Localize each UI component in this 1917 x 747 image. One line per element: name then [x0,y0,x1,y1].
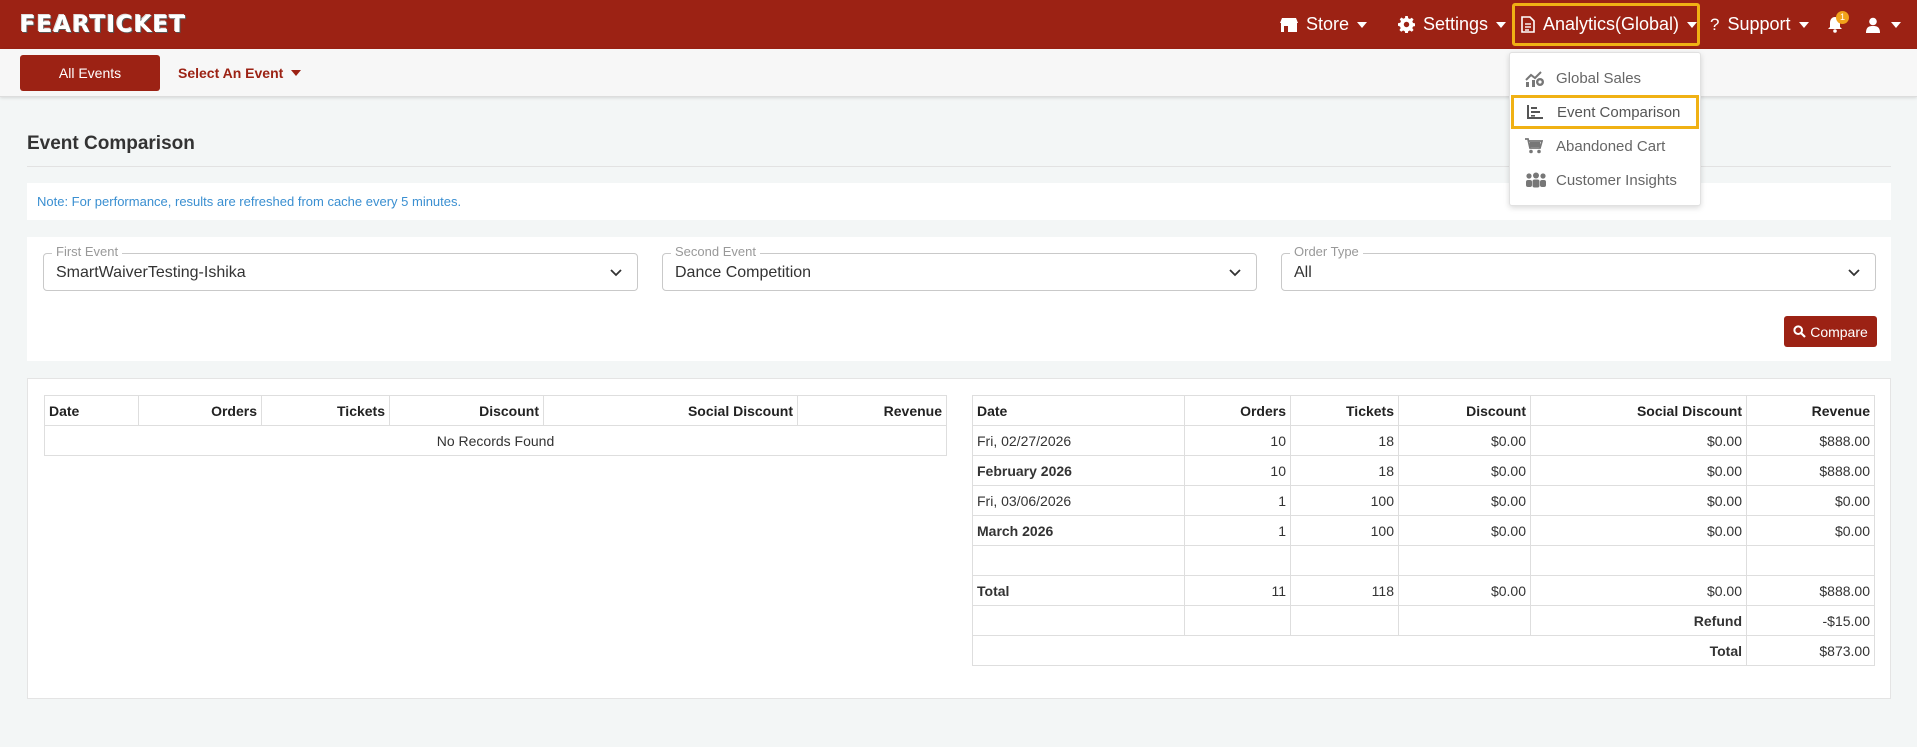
filter-panel: First Event SmartWaiverTesting-Ishika Se… [27,237,1891,361]
gear-icon [1398,16,1415,33]
menu-item-customer-insights[interactable]: Customer Insights [1510,165,1700,195]
table-row-month-subtotal: March 2026 1 100 $0.00 $0.00 $0.00 [972,515,1875,546]
chevron-down-icon [1229,269,1241,277]
all-events-button[interactable]: All Events [20,55,160,91]
chevron-down-icon [1798,21,1809,28]
page-title: Event Comparison [27,133,195,154]
chevron-down-icon [610,269,622,277]
col-orders[interactable]: Orders [1184,395,1291,426]
chevron-down-icon [1357,21,1368,28]
question-icon: ? [1710,14,1720,34]
users-icon [1526,172,1546,188]
table-row-blank [972,545,1875,576]
nav-support[interactable]: ? Support [1710,0,1809,49]
table-row: Fri, 03/06/2026 1 100 $0.00 $0.00 $0.00 [972,485,1875,516]
first-event-label: First Event [52,244,123,259]
col-discount[interactable]: Discount [1398,395,1531,426]
chevron-down-icon [291,70,302,76]
second-event-label: Second Event [671,244,760,259]
first-event-table: Date Orders Tickets Discount Social Disc… [44,395,947,456]
first-event-value: SmartWaiverTesting-Ishika [56,264,246,281]
col-revenue[interactable]: Revenue [797,395,947,426]
second-event-table: Date Orders Tickets Discount Social Disc… [972,395,1875,666]
bar-chart-icon [1527,105,1543,119]
table-row-refund: Refund -$15.00 [972,605,1875,636]
second-event-select[interactable]: Second Event Dance Competition [662,244,1257,291]
second-event-value: Dance Competition [675,264,812,281]
table-row-grand-total: Total $873.00 [972,635,1875,666]
nav-settings[interactable]: Settings [1398,0,1507,49]
store-icon [1280,17,1298,32]
table-header-row: Date Orders Tickets Discount Social Disc… [44,395,947,426]
col-revenue[interactable]: Revenue [1746,395,1875,426]
nav-notifications[interactable] [1827,0,1851,49]
fearticket-logo[interactable]: FEARTICKET [20,11,186,39]
col-orders[interactable]: Orders [138,395,262,426]
order-type-label: Order Type [1290,244,1363,259]
col-social-discount[interactable]: Social Discount [1530,395,1747,426]
table-row: Fri, 02/27/2026 10 18 $0.00 $0.00 $888.0… [972,425,1875,456]
analytics-highlight-frame [1512,3,1700,46]
nav-store[interactable]: Store [1280,0,1368,49]
order-type-select[interactable]: Order Type All [1281,244,1876,291]
chart-growth-icon [1525,71,1544,87]
col-date[interactable]: Date [44,395,139,426]
menu-item-abandoned-cart[interactable]: Abandoned Cart [1510,131,1700,161]
col-tickets[interactable]: Tickets [261,395,390,426]
results-panel: Date Orders Tickets Discount Social Disc… [27,378,1891,699]
col-discount[interactable]: Discount [389,395,544,426]
note-text: Note: For performance, results are refre… [37,194,462,209]
first-event-select[interactable]: First Event SmartWaiverTesting-Ishika [43,244,638,291]
table-row-total: Total 11 118 $0.00 $0.00 $888.00 [972,575,1875,606]
search-icon [1793,325,1806,338]
select-event-dropdown[interactable]: Select An Event [178,55,302,91]
table-row: No Records Found [44,425,947,456]
table-header-row: Date Orders Tickets Discount Social Disc… [972,395,1875,426]
compare-button[interactable]: Compare [1784,316,1877,347]
chevron-down-icon [1891,21,1901,28]
order-type-value: All [1294,264,1312,281]
no-records-message: No Records Found [44,425,947,456]
menu-item-event-comparison[interactable]: Event Comparison [1511,95,1699,129]
user-icon [1866,17,1880,33]
notification-badge: 1 [1836,11,1849,24]
chevron-down-icon [1496,21,1507,28]
menu-item-global-sales[interactable]: Global Sales [1510,63,1700,93]
nav-user[interactable] [1866,0,1901,49]
top-navbar: FEARTICKET Store Settings Analytics(Glob… [0,0,1917,49]
col-tickets[interactable]: Tickets [1290,395,1399,426]
table-row-month-subtotal: February 2026 10 18 $0.00 $0.00 $888.00 [972,455,1875,486]
cart-icon [1525,138,1543,154]
col-date[interactable]: Date [972,395,1185,426]
col-social-discount[interactable]: Social Discount [543,395,798,426]
analytics-dropdown-menu: Global Sales Event Comparison Abandoned … [1509,52,1701,206]
chevron-down-icon [1848,269,1860,277]
